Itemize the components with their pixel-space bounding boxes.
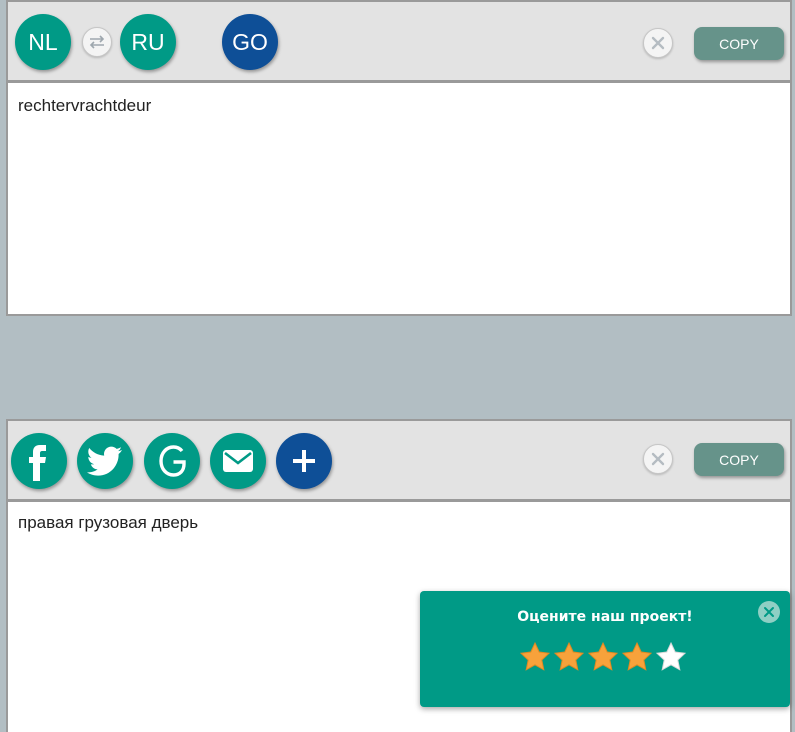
target-language-button[interactable]: RU — [120, 14, 176, 70]
google-share-button[interactable] — [144, 433, 200, 489]
copy-source-button[interactable]: COPY — [694, 27, 784, 60]
star-filled-icon[interactable] — [519, 641, 551, 673]
swap-languages-button[interactable] — [82, 27, 112, 57]
facebook-icon — [29, 445, 46, 481]
clear-source-button[interactable] — [643, 28, 673, 58]
star-filled-icon[interactable] — [587, 641, 619, 673]
mail-share-button[interactable] — [210, 433, 266, 489]
close-icon — [764, 607, 774, 617]
close-icon — [651, 452, 665, 466]
swap-icon — [89, 35, 105, 49]
source-text-area[interactable]: rechtervrachtdeur — [18, 96, 151, 116]
result-text-area[interactable]: правая грузовая дверь — [18, 513, 198, 533]
twitter-icon — [87, 446, 122, 476]
go-button[interactable]: GO — [222, 14, 278, 70]
source-toolbar: NL RU GO COPY — [8, 2, 790, 83]
google-icon — [159, 445, 186, 477]
star-filled-icon[interactable] — [553, 641, 585, 673]
star-filled-icon[interactable] — [621, 641, 653, 673]
close-icon — [651, 36, 665, 50]
mail-icon — [223, 450, 253, 472]
star-empty-icon[interactable] — [655, 641, 687, 673]
source-language-button[interactable]: NL — [15, 14, 71, 70]
clear-result-button[interactable] — [643, 444, 673, 474]
more-share-button[interactable] — [276, 433, 332, 489]
facebook-share-button[interactable] — [11, 433, 67, 489]
rating-stars — [519, 641, 687, 673]
rating-popup-close-button[interactable] — [758, 601, 780, 623]
plus-icon — [293, 450, 315, 472]
result-toolbar: COPY — [8, 421, 790, 502]
rating-popup-title: Оцените наш проект! — [517, 609, 693, 625]
rating-popup: Оцените наш проект! — [420, 591, 790, 707]
copy-result-button[interactable]: COPY — [694, 443, 784, 476]
twitter-share-button[interactable] — [77, 433, 133, 489]
source-panel: NL RU GO COPY rechtervrachtdeur — [6, 0, 792, 316]
